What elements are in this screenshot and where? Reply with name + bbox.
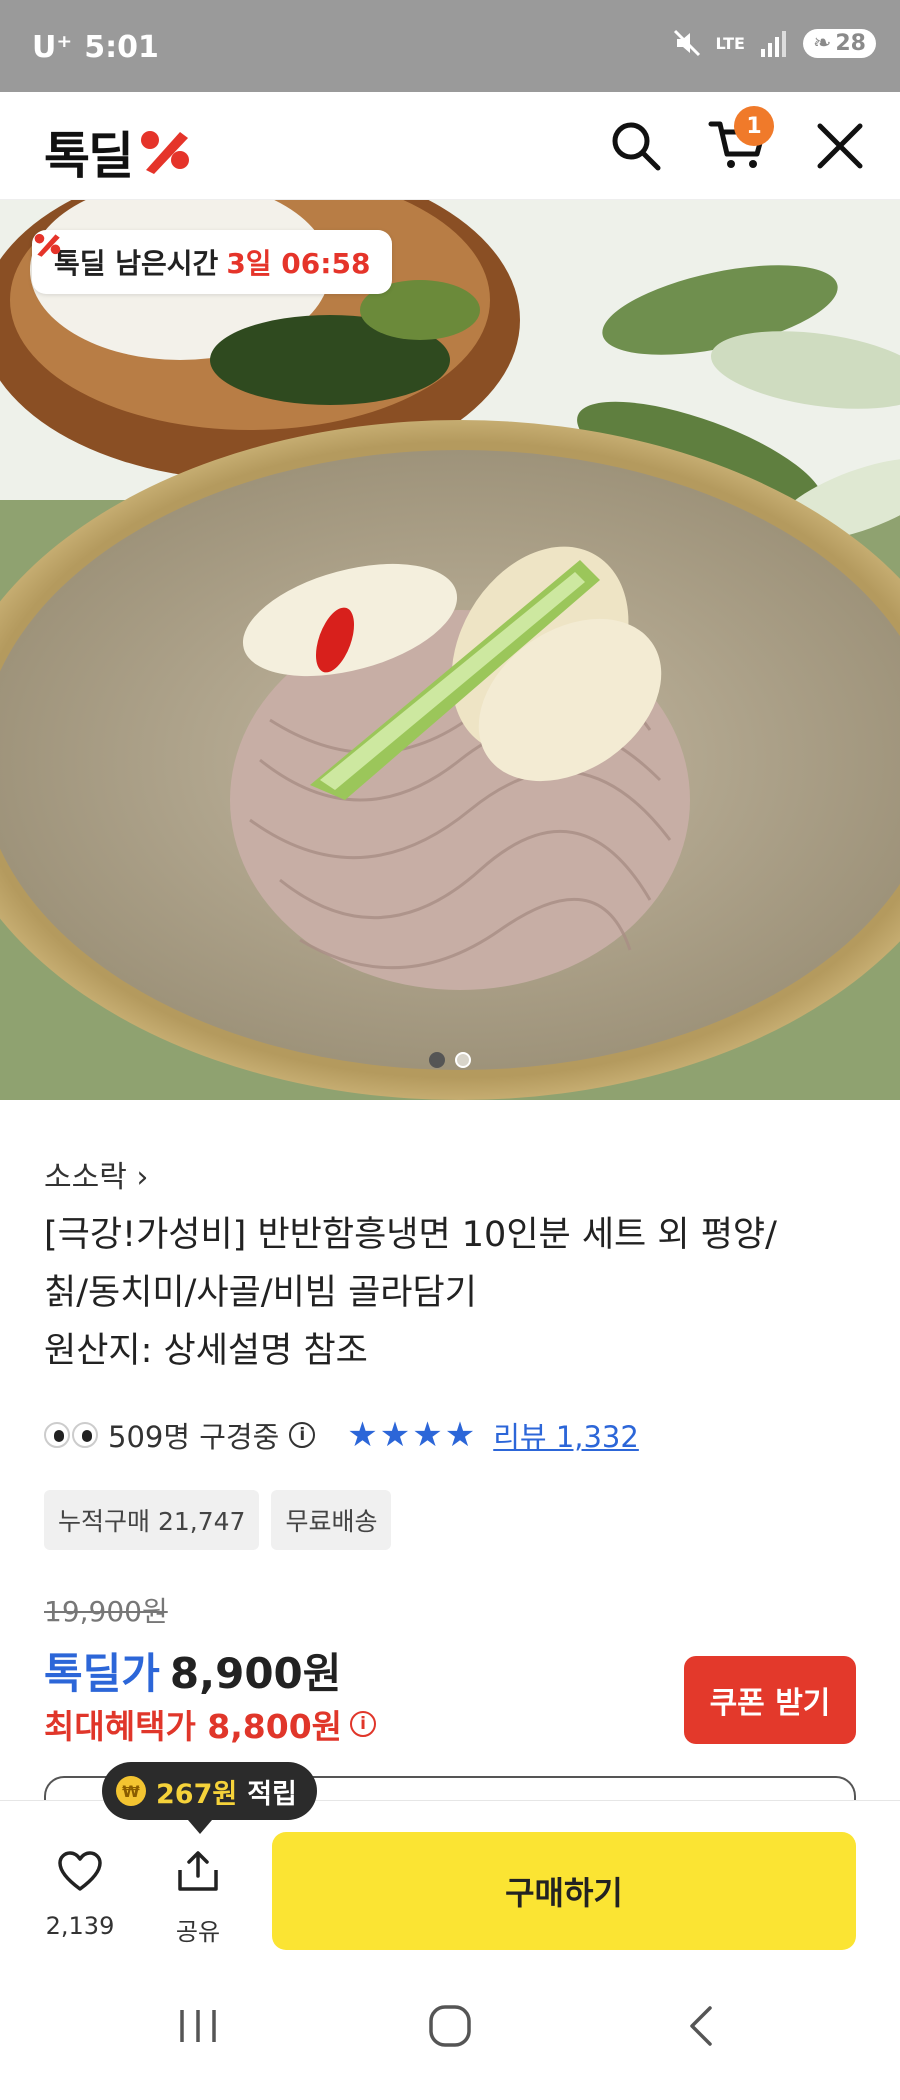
viewer-count: 509명 구경중 bbox=[108, 1420, 280, 1454]
coin-icon: ₩ bbox=[116, 1776, 146, 1806]
naengmyeon-photo bbox=[0, 200, 900, 1100]
cart-count-badge: 1 bbox=[734, 106, 774, 146]
buy-button[interactable]: 구매하기 bbox=[272, 1832, 856, 1950]
review-link[interactable]: 리뷰 1,332 bbox=[493, 1414, 639, 1456]
status-right: LTE ❧ 28 bbox=[672, 28, 876, 58]
max-benefit-price: 최대혜택가 8,800원 i bbox=[44, 1700, 377, 1748]
back-icon[interactable] bbox=[662, 1994, 742, 2058]
search-icon[interactable] bbox=[606, 116, 666, 176]
timer-value: 3일 06:58 bbox=[226, 247, 371, 280]
share-label: 공유 bbox=[175, 1918, 221, 1946]
reward-suffix: 적립 bbox=[247, 1778, 297, 1810]
share-button[interactable]: 공유 bbox=[148, 1850, 248, 1947]
max-benefit-label: 최대혜택가 8,800원 bbox=[44, 1707, 343, 1746]
carrier-label: U⁺ bbox=[32, 30, 73, 65]
cart-button[interactable]: 1 bbox=[708, 106, 774, 176]
product-image-carousel[interactable]: 톡딜 남은시간 3일 06:58 bbox=[0, 200, 900, 1100]
carousel-indicator bbox=[0, 1052, 900, 1068]
deal-price-label: 톡딜가 bbox=[44, 1649, 160, 1698]
free-shipping-tag: 무료배송 bbox=[271, 1490, 392, 1550]
signal-icon bbox=[759, 29, 789, 57]
share-icon bbox=[175, 1850, 221, 1898]
cumulative-purchase-tag: 누적구매 21,747 bbox=[44, 1490, 260, 1550]
get-coupon-button[interactable]: 쿠폰 받기 bbox=[684, 1656, 856, 1744]
star-icon: ★ bbox=[347, 1415, 378, 1455]
original-price: 19,900원 bbox=[44, 1595, 168, 1628]
status-bar: U⁺ 5:01 LTE ❧ 28 bbox=[0, 0, 900, 92]
seller-link[interactable]: 소소락 › bbox=[44, 1152, 148, 1196]
rating-stars: ★ ★ ★ ★ bbox=[347, 1415, 475, 1455]
timer-label: 톡딜 남은시간 bbox=[54, 247, 219, 280]
logo-text: 톡딜 bbox=[44, 127, 134, 185]
deal-price: 8,900원 bbox=[169, 1649, 342, 1698]
product-tags: 누적구매 21,747 무료배송 bbox=[44, 1490, 392, 1550]
info-icon[interactable]: i bbox=[350, 1711, 377, 1737]
carousel-dot-1[interactable] bbox=[429, 1052, 445, 1068]
battery-level: 28 bbox=[835, 30, 866, 56]
system-nav-bar bbox=[0, 1956, 900, 2100]
reward-amount: 267원 bbox=[156, 1778, 238, 1810]
talkdeal-timer-chip: 톡딜 남은시간 3일 06:58 bbox=[32, 230, 393, 294]
star-icon: ★ bbox=[412, 1415, 443, 1455]
product-origin: 원산지: 상세설명 참조 bbox=[44, 1331, 368, 1371]
network-label: LTE bbox=[715, 33, 745, 53]
deal-price-row: 톡딜가 8,900원 bbox=[44, 1640, 341, 1701]
chevron-right-icon: › bbox=[136, 1160, 149, 1195]
battery-indicator: ❧ 28 bbox=[802, 28, 876, 58]
product-stats: 509명 구경중 i ★ ★ ★ ★ 리뷰 1,332 bbox=[44, 1414, 639, 1456]
reward-points-tooltip: ₩ 267원 적립 bbox=[102, 1762, 317, 1834]
status-left: U⁺ 5:01 bbox=[32, 30, 159, 65]
recent-apps-icon[interactable] bbox=[158, 1994, 238, 2058]
close-icon[interactable] bbox=[810, 116, 870, 176]
heart-icon bbox=[57, 1850, 103, 1898]
percent-logo-icon bbox=[136, 126, 196, 178]
seller-name: 소소락 bbox=[44, 1160, 127, 1195]
product-title-line: [극강!가성비] 반반함흥냉면 10인분 세트 외 평양/ bbox=[44, 1215, 777, 1255]
clock: 5:01 bbox=[84, 30, 159, 65]
like-button[interactable]: 2,139 bbox=[30, 1850, 130, 1940]
product-title-line: 칡/동치미/사골/비빔 골라담기 bbox=[44, 1273, 477, 1313]
talkdeal-logo[interactable]: 톡딜 bbox=[44, 116, 196, 188]
carousel-dot-2[interactable] bbox=[455, 1052, 471, 1068]
info-icon[interactable]: i bbox=[289, 1422, 316, 1448]
leaf-icon: ❧ bbox=[812, 30, 832, 56]
app-header: 톡딜 1 bbox=[0, 92, 900, 200]
like-count: 2,139 bbox=[45, 1912, 115, 1940]
star-icon: ★ bbox=[444, 1415, 476, 1455]
star-icon: ★ bbox=[379, 1415, 411, 1455]
product-title: [극강!가성비] 반반함흥냉면 10인분 세트 외 평양/ 칡/동치미/사골/비… bbox=[44, 1206, 864, 1380]
home-icon[interactable] bbox=[410, 1994, 490, 2058]
mute-icon bbox=[672, 28, 702, 58]
eyes-icon bbox=[44, 1422, 98, 1448]
